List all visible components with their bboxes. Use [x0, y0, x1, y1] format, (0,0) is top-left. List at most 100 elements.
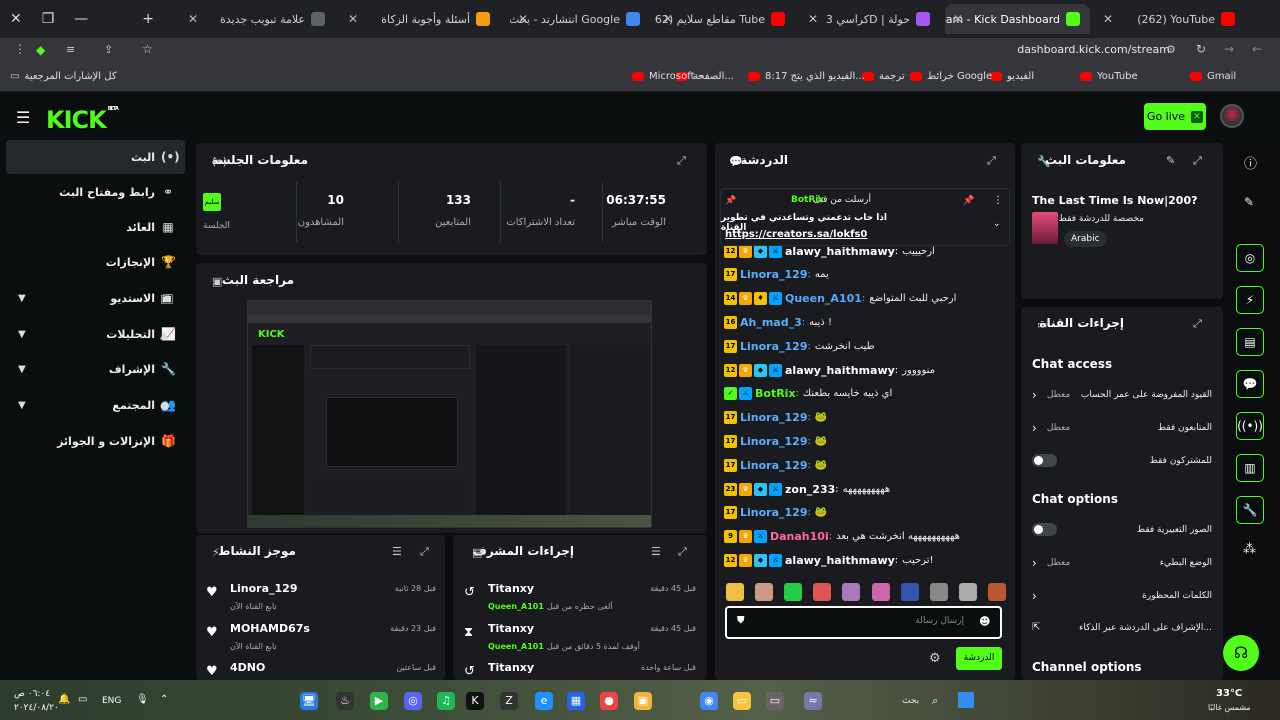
forward-icon[interactable]: → — [1224, 42, 1234, 56]
new-tab-icon[interactable]: + — [142, 11, 154, 27]
browser-tab[interactable]: ✕ انتشارتد - بحث Google — [510, 4, 650, 34]
emote-icon[interactable] — [987, 583, 1006, 601]
microphone-icon[interactable]: 🎙 — [136, 694, 149, 705]
clock-date[interactable]: ٢٠٢٤/٠٨/٢٠ — [14, 703, 59, 713]
avatar[interactable] — [1220, 104, 1244, 128]
chevron-down-icon[interactable]: ▼ — [18, 364, 26, 375]
tab-close-icon[interactable]: ✕ — [348, 12, 358, 26]
channel-setting-row[interactable]: للمشتركون فقط — [1032, 454, 1212, 467]
emote-icon[interactable] — [755, 583, 774, 601]
community-icon[interactable]: ⁂ — [1243, 542, 1256, 557]
help-headset-icon[interactable]: ☊ — [1223, 635, 1259, 671]
tune-icon[interactable]: ≡ — [66, 43, 75, 56]
taskbar-app-icon[interactable]: ◉ — [700, 692, 718, 710]
taskbar-app-icon[interactable]: ▦ — [567, 692, 585, 710]
tab-close-icon[interactable]: ✕ — [188, 12, 198, 26]
reload-icon[interactable]: ↻ — [1196, 42, 1206, 56]
clock-time[interactable]: ٠٦:٠٤ ص — [14, 689, 50, 699]
sidebar-item[interactable]: رابط ومفتاح البث ⚭ — [6, 175, 185, 209]
taskbar-app-icon[interactable]: ◎ — [404, 692, 422, 710]
activity-item[interactable]: ♥ Linora_129 تابع القناة الآن قبل 28 ثانية — [206, 582, 440, 618]
channel-setting-row[interactable]: › معطل القيود المفروضة على عمر الحساب — [1032, 388, 1212, 402]
filter-icon[interactable]: ☰ — [651, 545, 661, 558]
taskbar-app-icon[interactable]: ● — [600, 692, 618, 710]
activity-user[interactable]: 4DNO — [230, 661, 265, 674]
sidebar-item[interactable]: الإنجازات 🏆 — [6, 245, 185, 279]
sidebar-item[interactable]: الإشراف 🔧 ▼ — [6, 352, 185, 386]
edit-pencil-icon[interactable]: ✎ — [1244, 195, 1254, 209]
mod-action-item[interactable]: ⧗ Titanxy أوقف لمدة 5 دقائق من قبل Queen_A1… — [462, 622, 700, 658]
info-icon[interactable]: ⓘ — [1244, 153, 1257, 172]
chevron-down-icon[interactable]: ▼ — [18, 400, 26, 411]
channel-setting-row[interactable]: ⇱ الإشراف على الدردشة عبر الذكاء... — [1032, 622, 1212, 633]
emote-icon[interactable] — [784, 583, 803, 601]
chat-message[interactable]: 17 Linora_129: 🐸 — [724, 408, 1010, 428]
notification-icon[interactable]: 🔔 — [58, 694, 70, 705]
expand-icon[interactable]: ⤢ — [678, 545, 687, 559]
menu-dots-icon[interactable]: ⋮ — [14, 42, 26, 56]
chat-username[interactable]: Linora_129 — [740, 268, 807, 281]
mod-user[interactable]: Queen_A101 — [488, 642, 544, 651]
chat-bubble-icon[interactable]: 💬 — [1236, 370, 1264, 398]
browser-tab[interactable]: ✕ (262) YouTube — [1095, 4, 1245, 34]
activity-item[interactable]: ♥ MOHAMD67s تابع القناة الآن قبل 23 دقيقة — [206, 622, 440, 658]
emote-icon[interactable] — [842, 583, 861, 601]
taskbar-app-icon[interactable]: ▶ — [370, 692, 388, 710]
chat-input[interactable]: إرسال رسالة ☻ ⛊ — [725, 606, 1002, 639]
chat-message[interactable]: 17 Linora_129: 🐸 — [724, 431, 1010, 451]
chat-message[interactable]: 17 Linora_129: يمه — [724, 265, 1010, 285]
taskbar-app-icon[interactable]: K — [466, 692, 484, 710]
bookmark-item[interactable]: Gmail — [1190, 71, 1236, 82]
pinned-by[interactable]: BotRix — [791, 195, 824, 205]
chat-username[interactable]: alawy_haithmawy — [785, 554, 895, 567]
channel-setting-row[interactable]: › الكلمات المحظورة — [1032, 589, 1212, 603]
filter-icon[interactable]: ☰ — [392, 545, 402, 558]
mod-action-item[interactable]: ↺ Titanxy ألغى حظره من قبل Queen_A101 قبل 45… — [462, 582, 700, 618]
chat-message[interactable]: 12 ♛ ◆ ⚔ alawy_haithmawy: منوووور — [724, 360, 1010, 380]
minimize-window-icon[interactable]: — — [74, 11, 88, 27]
send-chat-button[interactable]: الدردشة — [956, 647, 1002, 670]
display-icon[interactable]: ▭ — [78, 694, 87, 705]
back-icon[interactable]: ← — [1252, 42, 1262, 56]
channel-setting-row[interactable]: › معطل المتابعون فقط — [1032, 421, 1212, 435]
bookmark-item[interactable]: خرائط Google — [910, 71, 992, 82]
chat-username[interactable]: Linora_129 — [740, 459, 807, 472]
pinned-message[interactable]: 📌 📌 ⋮ ⌄ أرسلت من قبل BotRix اذا حاب تدعم… — [720, 188, 1010, 246]
taskbar-app-icon[interactable]: ▣ — [634, 692, 652, 710]
chat-message[interactable]: ✓ ⚔ BotRix: اي ذيبه خايسه بطعنك — [724, 384, 1010, 404]
taskbar-app-icon[interactable]: e — [535, 692, 553, 710]
more-icon[interactable]: ⋮ — [993, 195, 1003, 206]
chat-username[interactable]: Queen_A101 — [785, 292, 862, 305]
expand-icon[interactable]: ⤢ — [677, 154, 686, 168]
bookmark-item[interactable]: YouTube — [1080, 71, 1138, 82]
document-icon[interactable]: ▤ — [1236, 328, 1264, 356]
mod-target-user[interactable]: Titanxy — [488, 582, 534, 595]
chat-message[interactable]: 12 ♛ ◆ ⚔ alawy_haithmawy: ترحيب! — [724, 550, 1010, 570]
wrench-icon[interactable]: 🔧 — [1236, 496, 1264, 524]
emote-icon[interactable] — [958, 583, 977, 601]
bookmark-item[interactable]: الفيديو — [990, 71, 1034, 82]
chevron-down-icon[interactable]: ⌄ — [993, 219, 1001, 229]
chat-username[interactable]: Linora_129 — [740, 411, 807, 424]
setting-control[interactable] — [1032, 523, 1057, 536]
chat-message[interactable]: 23 ♛ ◆ ⚔ zon_233: هههههههههه — [724, 479, 1010, 499]
chat-message[interactable]: 16 Ah_mad_3: ذيبه ! — [724, 312, 1010, 332]
layout-icon[interactable]: ▥ — [1236, 454, 1264, 482]
tab-close-icon[interactable]: ✕ — [663, 12, 673, 26]
mod-target-user[interactable]: Titanxy — [488, 622, 534, 635]
taskbar-app-icon[interactable]: ♫ — [437, 692, 455, 710]
shield-icon[interactable]: ⛊ — [737, 615, 745, 626]
expand-icon[interactable]: ⤢ — [1193, 317, 1202, 331]
pin-icon[interactable]: 📌 — [963, 196, 974, 206]
emote-icon[interactable] — [929, 583, 948, 601]
chat-username[interactable]: alawy_haithmawy — [785, 364, 895, 377]
close-window-icon[interactable]: ✕ — [10, 11, 22, 27]
camera-focus-icon[interactable]: ◎ — [1236, 244, 1264, 272]
broadcast-icon[interactable]: ((•)) — [1236, 412, 1264, 440]
tab-close-icon[interactable]: ✕ — [518, 12, 528, 26]
sidebar-item[interactable]: المجتمع 👥 ▼ ● — [6, 388, 185, 422]
tab-close-icon[interactable]: ✕ — [808, 12, 818, 26]
taskbar-app-icon[interactable]: ♨ — [336, 692, 354, 710]
setting-control[interactable] — [1032, 454, 1057, 467]
chat-username[interactable]: Danah10i — [770, 530, 829, 543]
